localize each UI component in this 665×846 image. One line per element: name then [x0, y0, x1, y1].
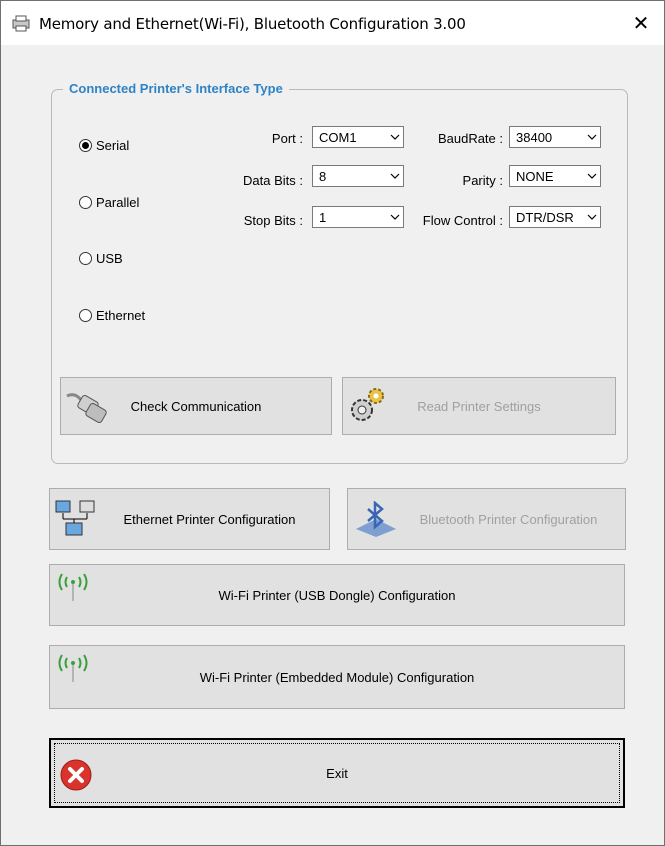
databits-label: Data Bits :	[243, 173, 303, 188]
exit-x-icon	[60, 759, 92, 791]
stopbits-value: 1	[319, 209, 327, 225]
radio-button	[79, 252, 92, 265]
radio-label: Ethernet	[96, 308, 146, 323]
baudrate-value: 38400	[516, 129, 553, 145]
chevron-down-icon	[387, 127, 403, 147]
radio-label: Serial	[96, 138, 130, 153]
port-select[interactable]: COM1	[312, 126, 404, 148]
wifi-antenna-icon	[58, 654, 88, 682]
databits-value: 8	[319, 168, 327, 184]
chevron-down-icon	[584, 207, 600, 227]
baudrate-label: BaudRate :	[437, 131, 503, 146]
databits-select[interactable]: 8	[312, 165, 404, 187]
bluetooth-printer-configuration-button[interactable]: Bluetooth Printer Configuration	[347, 488, 626, 550]
exit-button[interactable]: Exit	[49, 738, 625, 808]
title-bar[interactable]: Memory and Ethernet(Wi-Fi), Bluetooth Co…	[1, 1, 664, 45]
radio-parallel[interactable]: Parallel	[79, 195, 139, 210]
app-window: Memory and Ethernet(Wi-Fi), Bluetooth Co…	[0, 0, 665, 846]
baudrate-select[interactable]: 38400	[509, 126, 601, 148]
flowcontrol-select[interactable]: DTR/DSR	[509, 206, 601, 228]
chevron-down-icon	[387, 166, 403, 186]
bluetooth-icon	[356, 501, 396, 537]
serial-cable-icon	[66, 393, 107, 423]
read-printer-settings-button[interactable]: Read Printer Settings	[342, 377, 616, 435]
radio-serial[interactable]: Serial	[79, 138, 129, 153]
stopbits-select[interactable]: 1	[312, 206, 404, 228]
close-button[interactable]: ✕	[618, 1, 664, 45]
check-communication-button[interactable]: Check Communication	[60, 377, 332, 435]
radio-label: Parallel	[96, 195, 140, 210]
focus-rectangle	[54, 743, 620, 803]
radio-button	[79, 309, 92, 322]
parity-select[interactable]: NONE	[509, 165, 601, 187]
wifi-usb-dongle-configuration-button[interactable]: Wi-Fi Printer (USB Dongle) Configuration	[49, 564, 625, 626]
ethernet-printer-configuration-button[interactable]: Ethernet Printer Configuration	[49, 488, 330, 550]
chevron-down-icon	[387, 207, 403, 227]
chevron-down-icon	[584, 127, 600, 147]
parity-value: NONE	[516, 168, 554, 184]
wifi-usb-button-label: Wi-Fi Printer (USB Dongle) Configuration	[218, 587, 456, 603]
radio-usb[interactable]: USB	[79, 251, 123, 266]
port-label: Port :	[271, 131, 303, 146]
radio-button	[79, 196, 92, 209]
wifi-embedded-button-label: Wi-Fi Printer (Embedded Module) Configur…	[199, 669, 475, 685]
group-title: Connected Printer's Interface Type	[63, 81, 289, 96]
gear-icon	[351, 388, 384, 421]
radio-button	[79, 139, 92, 152]
window-title: Memory and Ethernet(Wi-Fi), Bluetooth Co…	[39, 15, 466, 33]
wifi-embedded-module-configuration-button[interactable]: Wi-Fi Printer (Embedded Module) Configur…	[49, 645, 625, 709]
flowcontrol-label: Flow Control :	[422, 213, 503, 228]
chevron-down-icon	[584, 166, 600, 186]
wifi-antenna-icon	[58, 573, 88, 601]
stopbits-label: Stop Bits :	[243, 213, 303, 228]
port-value: COM1	[319, 129, 357, 145]
radio-ethernet[interactable]: Ethernet	[79, 308, 145, 323]
printer-icon	[12, 15, 30, 32]
network-computers-icon	[55, 500, 95, 536]
close-icon: ✕	[632, 12, 650, 35]
flowcontrol-value: DTR/DSR	[516, 209, 574, 225]
parity-label: Parity :	[462, 173, 503, 188]
radio-label: USB	[96, 251, 123, 266]
